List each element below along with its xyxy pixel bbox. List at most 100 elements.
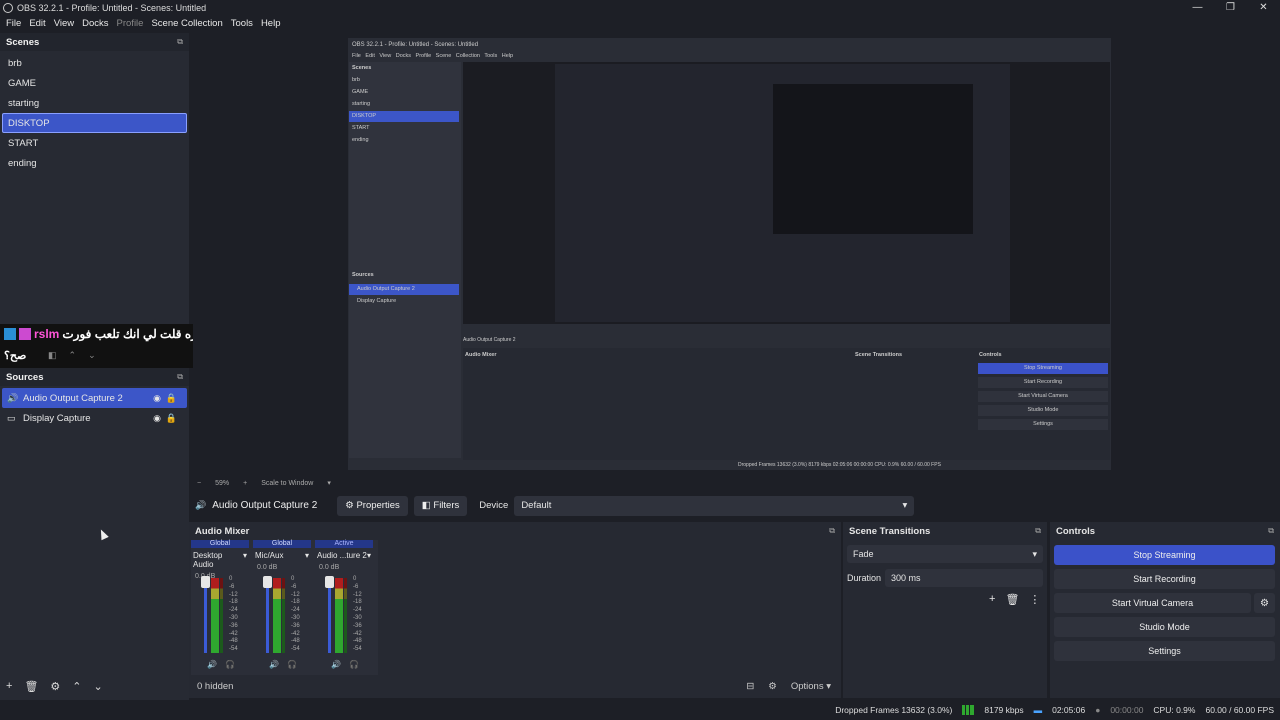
zoom-out-icon[interactable]: − [197,480,201,487]
scene-item-starting[interactable]: starting [2,93,187,113]
window-title: OBS 32.2.1 - Profile: Untitled - Scenes:… [17,2,207,13]
headphones-icon[interactable]: 🎧 [225,660,235,669]
lock-icon[interactable]: 🔒 [166,413,177,424]
channel-label: Audio ...ture 2 [317,551,367,560]
trash-icon[interactable]: 🗑 [1005,593,1019,606]
zoom-in-icon[interactable]: + [243,480,247,487]
scene-item-brb[interactable]: brb [2,53,187,73]
settings-button[interactable]: Settings [1054,641,1275,661]
preview-canvas[interactable]: OBS 32.2.1 - Profile: Untitled - Scenes:… [193,33,1280,476]
filter-icon: ◧ [48,350,57,360]
audio-mixer-dock: Audio Mixer ⧉ Global Desktop Audio ▾ 0.0 … [189,522,841,698]
start-recording-button[interactable]: Start Recording [1054,569,1275,589]
minimize-icon[interactable]: — [1181,0,1214,15]
options-button[interactable]: Options ▾ [791,681,831,692]
add-icon[interactable]: + [6,680,12,692]
volume-knob[interactable] [263,576,272,588]
scale-mode[interactable]: Scale to Window [261,480,313,487]
tick: -42 [291,630,300,637]
speaker-icon[interactable]: 🔊 [207,660,217,669]
scene-item-start[interactable]: START [2,133,187,153]
dropped-frames: Dropped Frames 13632 (3.0%) [835,705,953,715]
more-icon[interactable]: ⋮ [1029,593,1040,606]
float-dock-icon[interactable]: ⧉ [177,37,183,47]
transition-actions: + 🗑 ⋮ [989,593,1040,606]
volume-slider[interactable] [266,578,269,653]
nested-mixer-header: Audio Mixer [465,352,497,358]
volume-knob[interactable] [325,576,334,588]
device-select[interactable]: Default ▾ [514,495,915,516]
maximize-icon[interactable]: ❐ [1214,0,1247,15]
chevron-down-icon[interactable]: ▾ [327,479,331,487]
level-meter [273,578,281,653]
properties-button[interactable]: ⚙ Properties [337,495,408,516]
channel-name[interactable]: Audio ...ture 2 ▾ [315,551,373,560]
float-dock-icon[interactable]: ⧉ [1035,526,1041,536]
start-virtual-camera-button[interactable]: Start Virtual Camera [1054,593,1251,613]
gear-icon[interactable]: ⚙ [50,680,60,693]
move-up-icon[interactable]: ⌃ [72,680,81,693]
tick: -12 [353,591,362,598]
source-item-display-capture[interactable]: ▭ Display Capture ◉ 🔒 [2,408,187,428]
add-icon[interactable]: + [989,593,995,606]
channel-name[interactable]: Mic/Aux ▾ [253,551,311,560]
float-dock-icon[interactable]: ⧉ [829,526,835,536]
level-meter [211,578,219,653]
studio-mode-button[interactable]: Studio Mode [1054,617,1275,637]
virtual-camera-settings-icon[interactable]: ⚙ [1254,593,1275,613]
volume-slider[interactable] [328,578,331,653]
nested-stop-streaming: Stop Streaming [978,363,1108,374]
eye-icon[interactable]: ◉ [153,413,161,424]
chevron-down-icon: ▾ [304,551,309,560]
menu-tools[interactable]: Tools [231,18,253,29]
eye-icon[interactable]: ◉ [153,393,161,404]
menu-edit[interactable]: Edit [29,18,45,29]
mixer-channel-mic: Global Mic/Aux ▾ 0.0 dB 0 -6 -12 -18 -24 -30 -3… [253,540,311,675]
source-label: Audio Output Capture 2 [23,392,123,404]
menu-view[interactable]: View [54,18,74,29]
channel-name[interactable]: Desktop Audio ▾ [191,551,249,569]
headphones-icon[interactable]: 🎧 [349,660,359,669]
cpu-usage: CPU: 0.9% [1153,705,1196,715]
scene-item-game[interactable]: GAME [2,73,187,93]
volume-slider[interactable] [204,578,207,653]
advanced-audio-icon[interactable]: ⚙ [768,681,777,692]
tick: -48 [353,638,362,645]
layout-icon[interactable]: ⊟ [746,681,754,692]
tick: -6 [291,583,297,590]
nested-inner-window [555,64,1010,322]
float-dock-icon[interactable]: ⧉ [1268,526,1274,536]
close-icon[interactable]: ✕ [1247,0,1280,15]
nested-start-virtual-camera: Start Virtual Camera [978,391,1108,402]
filters-button[interactable]: ◧ Filters [413,495,468,516]
speaker-icon[interactable]: 🔊 [269,660,279,669]
nested-scene: START [352,125,370,131]
tick: -30 [229,614,238,621]
nested-obs-capture: OBS 32.2.1 - Profile: Untitled - Scenes:… [348,38,1111,470]
lock-icon[interactable]: 🔒 [166,393,177,404]
trash-icon[interactable]: 🗑 [24,680,38,693]
scene-item-disktop[interactable]: DISKTOP [2,113,187,133]
scenes-dock-header: Scenes ⧉ [0,33,189,51]
source-item-audio-output[interactable]: 🔊 Audio Output Capture 2 ◉ 🔒 [2,388,187,408]
speaker-icon[interactable]: 🔊 [331,660,341,669]
move-down-icon[interactable]: ⌄ [94,680,103,693]
transition-select[interactable]: Fade ▾ [847,545,1043,563]
volume-knob[interactable] [201,576,210,588]
device-value: Default [521,500,552,511]
duration-input[interactable]: 300 ms [885,569,1043,587]
menu-profile[interactable]: Profile [117,18,144,29]
tick: -12 [229,591,238,598]
menu-file[interactable]: File [6,18,21,29]
nested-scene: GAME [352,89,369,95]
menu-help[interactable]: Help [261,18,281,29]
menu-docks[interactable]: Docks [82,18,108,29]
stop-streaming-button[interactable]: Stop Streaming [1054,545,1275,565]
nested-sources-header: Sources [352,272,374,278]
menu-scene-collection[interactable]: Scene Collection [151,18,222,29]
options-label: Options [790,680,824,692]
headphones-icon[interactable]: 🎧 [287,660,297,669]
float-dock-icon[interactable]: ⧉ [177,372,183,382]
scene-item-ending[interactable]: ending [2,153,187,173]
level-meter [220,578,223,653]
